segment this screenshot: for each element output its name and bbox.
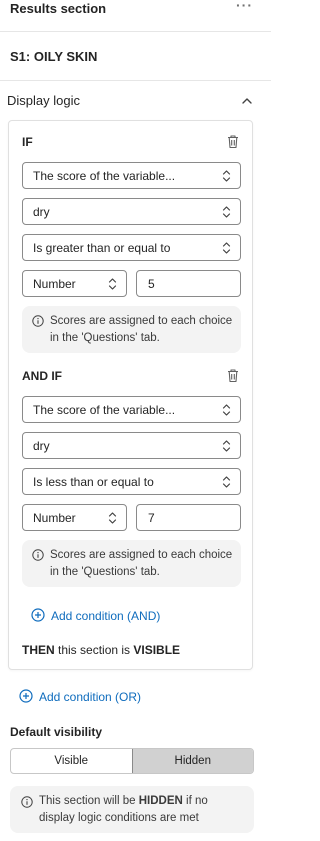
- note-pre: This section will be: [39, 795, 139, 807]
- then-statement: THEN this section is VISIBLE: [22, 643, 180, 657]
- hidden-option[interactable]: Hidden: [131, 749, 253, 773]
- more-horizontal-icon[interactable]: ···: [236, 0, 253, 13]
- chevron-up-down-icon: [222, 404, 231, 416]
- info-note-line: in the 'Questions' tab.: [50, 332, 160, 344]
- subject-select[interactable]: The score of the variable...: [22, 396, 241, 423]
- info-icon: [32, 315, 44, 327]
- subject-select-value: The score of the variable...: [33, 403, 176, 417]
- value-input-text: 5: [148, 277, 155, 291]
- add-circle-icon: [31, 608, 45, 622]
- chevron-up-down-icon: [222, 170, 231, 182]
- value-type-select[interactable]: Number: [22, 270, 127, 297]
- operator-select[interactable]: Is greater than or equal to: [22, 234, 241, 261]
- add-condition-and-button[interactable]: Add condition (AND): [31, 608, 161, 623]
- subject-select[interactable]: The score of the variable...: [22, 162, 241, 189]
- subject-select-value: The score of the variable...: [33, 169, 176, 183]
- operator-select[interactable]: Is less than or equal to: [22, 468, 241, 495]
- visibility-info-line: This section will be HIDDEN if no: [39, 793, 208, 810]
- chevron-up-down-icon: [222, 476, 231, 488]
- variable-select[interactable]: dry: [22, 198, 241, 225]
- visibility-info-line: display logic conditions are met: [39, 812, 199, 824]
- variable-select-value: dry: [33, 205, 50, 219]
- info-note-line: Scores are assigned to each choice: [50, 549, 233, 561]
- condition-keyword: IF: [22, 135, 33, 149]
- visibility-info-note: This section will be HIDDEN if no displa…: [10, 786, 254, 833]
- info-icon: [32, 549, 44, 561]
- info-note: Scores are assigned to each choice in th…: [22, 540, 241, 587]
- add-condition-and-label: Add condition (AND): [51, 609, 161, 623]
- value-type-select-value: Number: [33, 511, 76, 525]
- value-input[interactable]: 7: [136, 504, 241, 531]
- variable-select-value: dry: [33, 439, 50, 453]
- value-type-select[interactable]: Number: [22, 504, 127, 531]
- add-condition-or-button[interactable]: Add condition (OR): [19, 689, 142, 704]
- value-type-select-value: Number: [33, 277, 76, 291]
- add-circle-icon: [19, 689, 33, 703]
- note-post: if no: [182, 795, 208, 807]
- default-visibility-toggle: Visible Hidden: [10, 748, 254, 774]
- value-input-text: 7: [148, 511, 155, 525]
- panel-header: Results section ···: [0, 0, 271, 32]
- panel-title: Results section: [10, 1, 107, 16]
- operator-select-value: Is less than or equal to: [33, 475, 154, 489]
- info-note-text: Scores are assigned to each choice in th…: [50, 547, 232, 581]
- value-input[interactable]: 5: [136, 270, 241, 297]
- info-note-text: Scores are assigned to each choice in th…: [50, 313, 232, 347]
- visibility-info-text: This section will be HIDDEN if no displa…: [39, 793, 208, 827]
- chevron-up-down-icon: [108, 278, 117, 290]
- info-note: Scores are assigned to each choice in th…: [22, 306, 241, 353]
- display-logic-heading[interactable]: Display logic: [7, 93, 80, 108]
- operator-select-value: Is greater than or equal to: [33, 241, 171, 255]
- trash-icon[interactable]: [226, 368, 240, 383]
- chevron-up-down-icon: [222, 242, 231, 254]
- note-bold: HIDDEN: [138, 795, 183, 807]
- trash-icon[interactable]: [226, 134, 240, 149]
- section-name-row: S1: OILY SKIN: [0, 33, 271, 81]
- info-note-line: Scores are assigned to each choice: [50, 315, 233, 327]
- condition-keyword: AND IF: [22, 369, 62, 383]
- default-visibility-label: Default visibility: [10, 725, 103, 739]
- add-condition-or-label: Add condition (OR): [39, 690, 142, 704]
- then-text: this section is: [54, 643, 134, 657]
- chevron-up-down-icon: [222, 440, 231, 452]
- info-note-line: in the 'Questions' tab.: [50, 566, 160, 578]
- visible-option[interactable]: Visible: [11, 749, 132, 773]
- then-keyword: THEN: [22, 643, 55, 657]
- info-icon: [21, 796, 33, 808]
- chevron-up-down-icon: [222, 206, 231, 218]
- variable-select[interactable]: dry: [22, 432, 241, 459]
- chevron-up-down-icon: [108, 512, 117, 524]
- section-name: S1: OILY SKIN: [10, 49, 98, 64]
- chevron-up-icon[interactable]: [241, 95, 253, 107]
- then-state: VISIBLE: [133, 643, 181, 657]
